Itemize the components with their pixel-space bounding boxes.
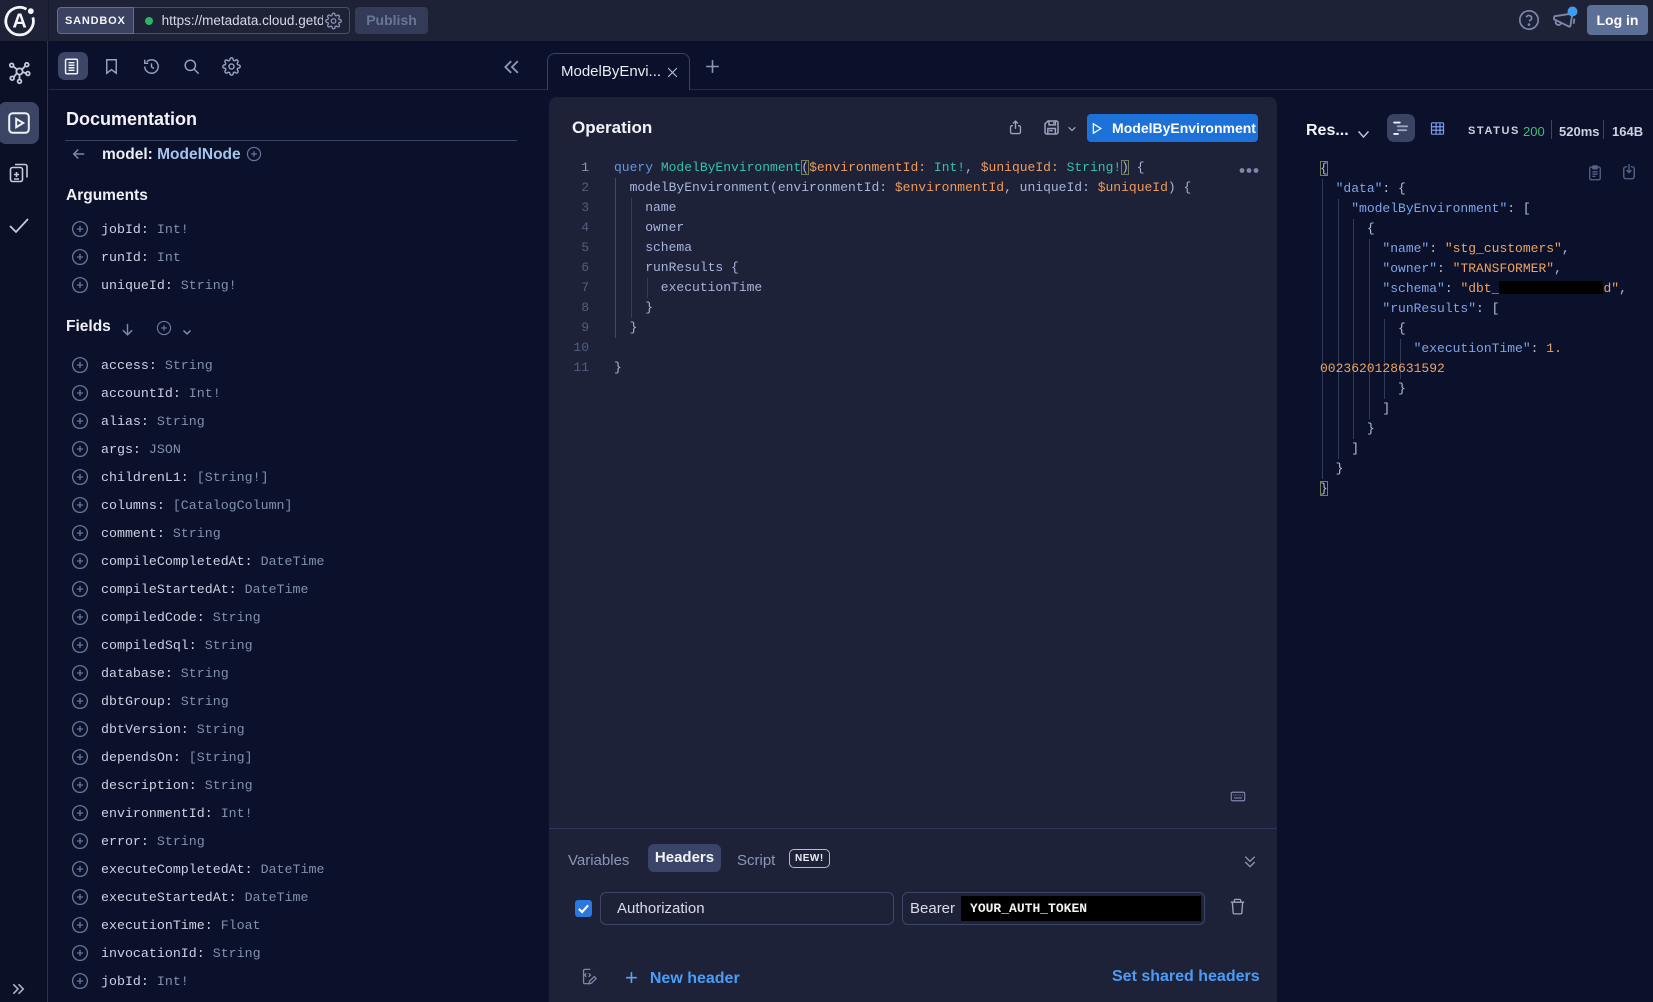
svg-text:A: A — [12, 11, 26, 33]
